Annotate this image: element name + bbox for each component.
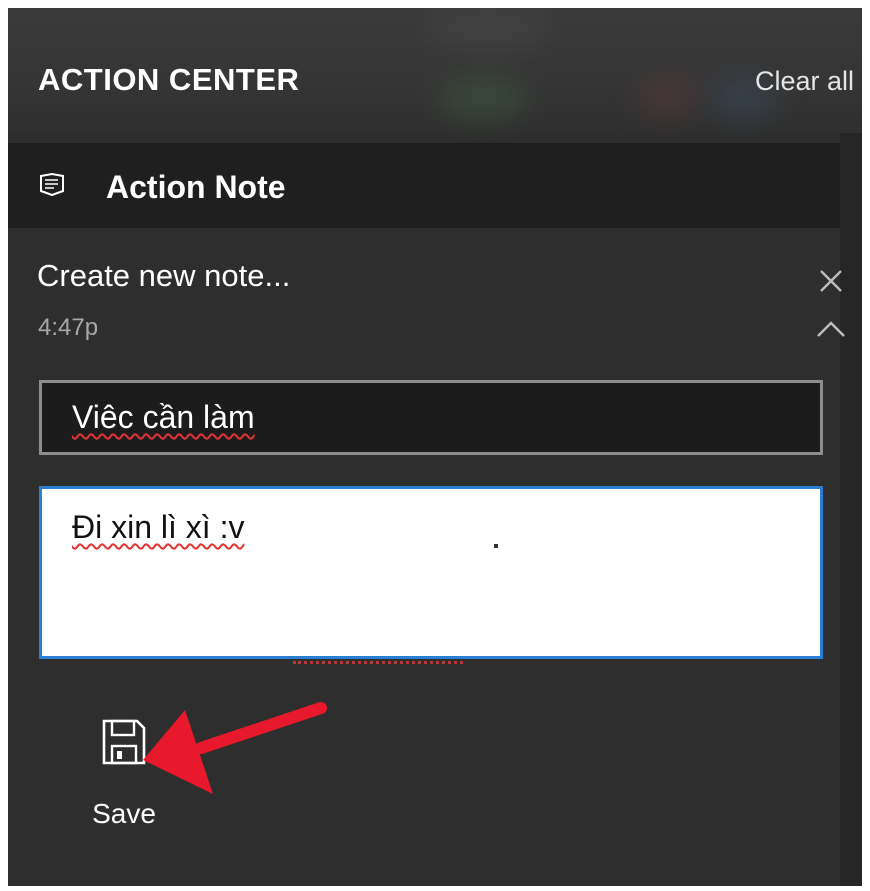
action-center-panel: ACTION CENTER Clear all Action Note Crea… — [8, 8, 862, 886]
action-center-header: ACTION CENTER Clear all — [8, 8, 862, 133]
floppy-disk-icon — [102, 719, 146, 765]
scrollbar-track[interactable] — [840, 133, 862, 886]
blurred-background — [638, 78, 698, 118]
notification-card[interactable]: Create new note... 4:47p Viêc cần làm Đi… — [8, 228, 845, 886]
blurred-background — [428, 8, 548, 48]
blurred-background — [438, 78, 528, 118]
close-icon[interactable] — [816, 266, 846, 296]
body-field-text: Đi xin lì xì :v — [72, 509, 245, 545]
stray-dot — [494, 544, 498, 548]
chevron-up-icon[interactable] — [814, 316, 848, 342]
spellcheck-dots — [293, 660, 463, 664]
title-field-text: Viêc cần làm — [72, 399, 255, 435]
notification-title: Create new note... — [37, 258, 291, 293]
note-title-field[interactable]: Viêc cần làm — [39, 380, 823, 455]
notification-time: 4:47p — [38, 314, 99, 341]
annotation-arrow — [143, 702, 327, 794]
clear-all-button[interactable]: Clear all — [755, 66, 854, 97]
note-body-field[interactable]: Đi xin lì xì :v — [39, 486, 823, 659]
app-group-header[interactable]: Action Note — [8, 143, 840, 228]
action-note-icon — [40, 172, 64, 197]
page-title: ACTION CENTER — [38, 62, 300, 97]
app-name: Action Note — [106, 169, 286, 205]
